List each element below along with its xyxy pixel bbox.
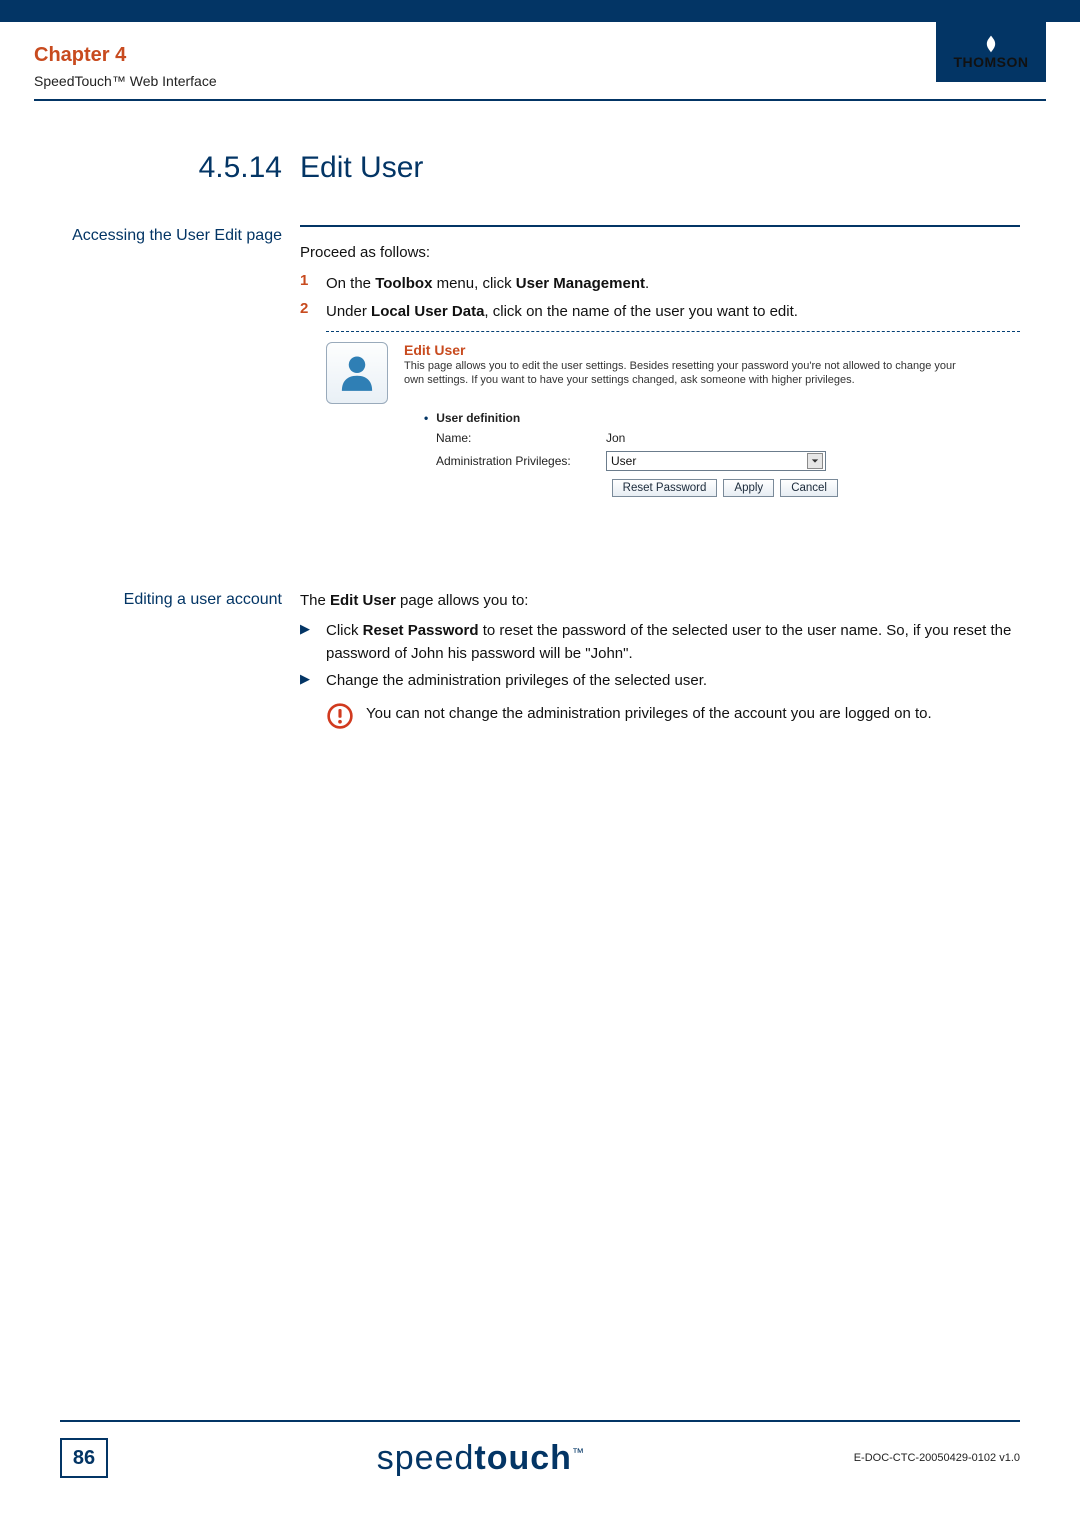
user-definition-block: User definition Name: Jon Administration… bbox=[424, 411, 1020, 497]
access-step-2: 2 Under Local User Data, click on the na… bbox=[300, 300, 1020, 323]
warning-note: You can not change the administration pr… bbox=[326, 702, 1020, 730]
footer-rule bbox=[60, 1420, 1020, 1422]
content: 4.5.14 Edit User bbox=[0, 101, 1080, 185]
t-bold: Reset Password bbox=[363, 622, 479, 639]
access-body: Proceed as follows: 1 On the Toolbox men… bbox=[300, 225, 1020, 497]
screenshot-desc: This page allows you to edit the user se… bbox=[404, 360, 964, 388]
kv-privileges: Administration Privileges: User bbox=[436, 451, 1020, 471]
step-text: On the Toolbox menu, click User Manageme… bbox=[326, 272, 649, 295]
priv-select[interactable]: User bbox=[606, 451, 826, 471]
block-editing: Editing a user account The Edit User pag… bbox=[0, 539, 1080, 730]
editing-bullets: ▶ Click Reset Password to reset the pass… bbox=[300, 619, 1020, 693]
access-steps: 1 On the Toolbox menu, click User Manage… bbox=[300, 272, 1020, 323]
edit-user-screenshot: Edit User This page allows you to edit t… bbox=[326, 342, 1020, 498]
priv-select-value: User bbox=[611, 454, 636, 468]
item-text: Change the administration privileges of … bbox=[326, 669, 707, 692]
logo-thin: speed bbox=[377, 1439, 475, 1477]
doc-id: E-DOC-CTC-20050429-0102 v1.0 bbox=[854, 1452, 1020, 1464]
brand-text: THOMSON bbox=[953, 54, 1028, 70]
t-bold: User Management bbox=[516, 275, 645, 292]
kv-name: Name: Jon bbox=[436, 431, 1020, 445]
page-header: Chapter 4 SpeedTouch™ Web Interface THOM… bbox=[0, 22, 1080, 99]
t: page allows you to: bbox=[396, 592, 529, 609]
warning-text: You can not change the administration pr… bbox=[366, 702, 932, 725]
footer-row: 86 speedtouch™ E-DOC-CTC-20050429-0102 v… bbox=[60, 1438, 1020, 1478]
section-title-col: Edit User bbox=[300, 151, 1020, 185]
screenshot-title: Edit User bbox=[404, 342, 1020, 358]
name-value: Jon bbox=[606, 431, 625, 445]
triangle-bullet-icon: ▶ bbox=[300, 619, 326, 639]
editing-intro: The Edit User page allows you to: bbox=[300, 589, 1020, 612]
t: Under bbox=[326, 303, 371, 320]
step-number: 1 bbox=[300, 272, 326, 289]
editing-item-1: ▶ Click Reset Password to reset the pass… bbox=[300, 619, 1020, 666]
t-bold: Toolbox bbox=[375, 275, 432, 292]
access-rule bbox=[300, 225, 1020, 227]
step-number: 2 bbox=[300, 300, 326, 317]
user-avatar-icon bbox=[335, 351, 379, 395]
triangle-bullet-icon: ▶ bbox=[300, 669, 326, 689]
access-step-1: 1 On the Toolbox menu, click User Manage… bbox=[300, 272, 1020, 295]
chevron-down-icon bbox=[807, 453, 823, 469]
dotted-divider bbox=[326, 331, 1020, 332]
apply-button[interactable]: Apply bbox=[723, 479, 774, 497]
section-number-col: 4.5.14 bbox=[60, 151, 300, 185]
chapter-label: Chapter 4 bbox=[34, 44, 936, 67]
t: menu, click bbox=[432, 275, 515, 292]
screenshot-body: Edit User This page allows you to edit t… bbox=[404, 342, 1020, 498]
t-bold: Edit User bbox=[330, 592, 396, 609]
avatar-icon-box bbox=[326, 342, 388, 404]
header-left: Chapter 4 SpeedTouch™ Web Interface bbox=[34, 44, 936, 89]
brand-badge: THOMSON bbox=[936, 22, 1046, 82]
page-root: Chapter 4 SpeedTouch™ Web Interface THOM… bbox=[0, 0, 1080, 1528]
chapter-subtitle: SpeedTouch™ Web Interface bbox=[34, 73, 936, 89]
priv-label: Administration Privileges: bbox=[436, 454, 606, 468]
block-access: Accessing the User Edit page Proceed as … bbox=[0, 185, 1080, 497]
item-text: Click Reset Password to reset the passwo… bbox=[326, 619, 1020, 666]
footer-logo: speedtouch™ bbox=[108, 1439, 854, 1478]
button-row: Reset Password Apply Cancel bbox=[436, 479, 838, 497]
warning-icon bbox=[326, 702, 354, 730]
t: . bbox=[645, 275, 649, 292]
reset-password-button[interactable]: Reset Password bbox=[612, 479, 718, 497]
top-bar bbox=[0, 0, 1080, 22]
name-label: Name: bbox=[436, 431, 606, 445]
access-side-label: Accessing the User Edit page bbox=[60, 225, 282, 247]
editing-side: Editing a user account bbox=[60, 589, 300, 730]
access-side: Accessing the User Edit page bbox=[60, 225, 300, 497]
section-title: Edit User bbox=[300, 151, 423, 184]
t-bold: Local User Data bbox=[371, 303, 484, 320]
section-number: 4.5.14 bbox=[199, 151, 282, 184]
cancel-button[interactable]: Cancel bbox=[780, 479, 838, 497]
trademark-icon: ™ bbox=[572, 1445, 585, 1459]
page-number: 86 bbox=[60, 1438, 108, 1478]
brand-icon bbox=[981, 34, 1001, 54]
editing-body: The Edit User page allows you to: ▶ Clic… bbox=[300, 589, 1020, 730]
step-text: Under Local User Data, click on the name… bbox=[326, 300, 798, 323]
t: On the bbox=[326, 275, 375, 292]
editing-item-2: ▶ Change the administration privileges o… bbox=[300, 669, 1020, 692]
t: Click bbox=[326, 622, 363, 639]
editing-side-label: Editing a user account bbox=[60, 589, 282, 611]
page-footer: 86 speedtouch™ E-DOC-CTC-20050429-0102 v… bbox=[0, 1420, 1080, 1478]
user-definition-heading: User definition bbox=[424, 411, 1020, 425]
logo-bold: touch bbox=[474, 1439, 572, 1477]
t: , click on the name of the user you want… bbox=[484, 303, 798, 320]
t: The bbox=[300, 592, 330, 609]
access-intro: Proceed as follows: bbox=[300, 241, 1020, 264]
